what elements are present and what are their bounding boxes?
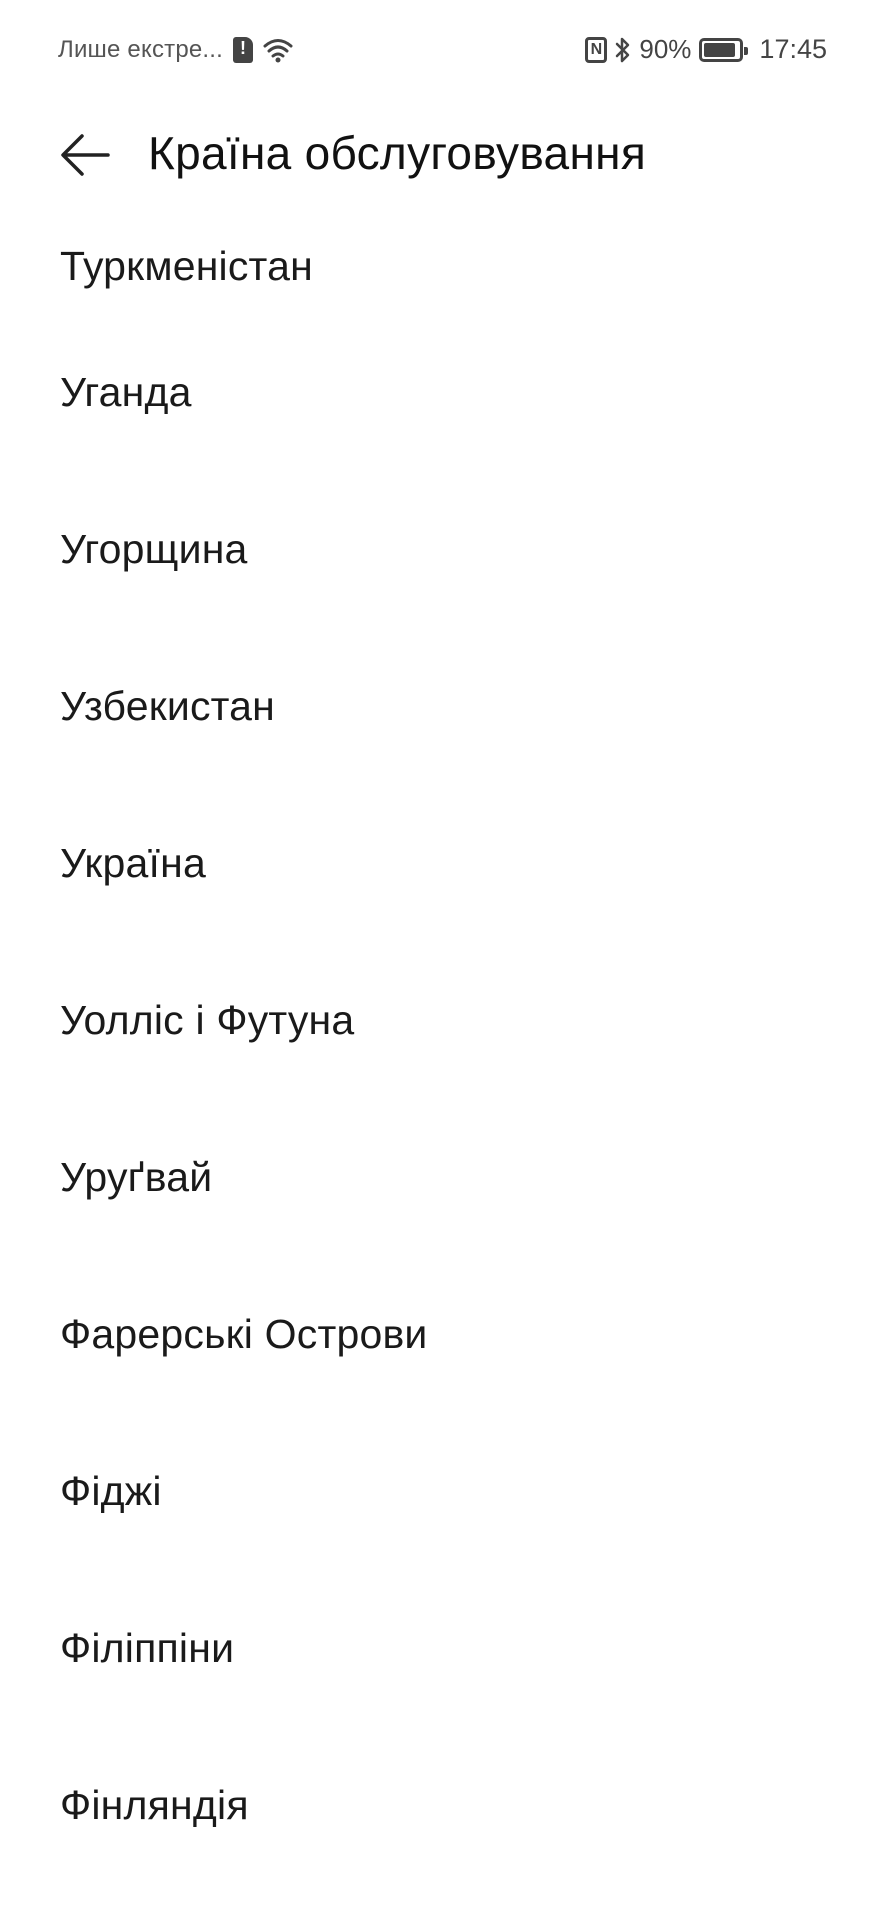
status-bar: Лише екстре... N 90% 17:45 xyxy=(0,0,887,100)
list-item-country[interactable]: Угорщина xyxy=(0,474,887,631)
list-item-country[interactable]: Узбекистан xyxy=(0,631,887,788)
country-label: Україна xyxy=(60,840,206,886)
wifi-icon xyxy=(263,37,293,63)
back-button[interactable] xyxy=(58,130,114,180)
list-item-country[interactable]: Туркменістан xyxy=(0,205,887,317)
status-right: N 90% 17:45 xyxy=(585,34,827,65)
battery-percent: 90% xyxy=(639,34,692,64)
status-left: Лише екстре... xyxy=(58,36,293,64)
country-label: Угорщина xyxy=(60,526,248,572)
list-item-country[interactable]: Філіппіни xyxy=(0,1573,887,1730)
list-item-country[interactable]: Україна xyxy=(0,788,887,945)
country-label: Уруґвай xyxy=(60,1154,213,1200)
country-label: Туркменістан xyxy=(60,243,313,289)
list-item-country[interactable]: Уолліс і Футуна xyxy=(0,945,887,1102)
list-item-country[interactable]: Фарерські Острови xyxy=(0,1259,887,1416)
country-label: Узбекистан xyxy=(60,683,276,729)
battery-fill xyxy=(704,42,736,57)
country-label: Фарерські Острови xyxy=(60,1311,428,1357)
nfc-icon: N xyxy=(585,36,608,63)
list-item-country[interactable]: Фінляндія xyxy=(0,1730,887,1887)
country-label: Фіджі xyxy=(60,1468,162,1514)
page-title: Країна обслуговування xyxy=(148,127,647,179)
country-label: Уолліс і Футуна xyxy=(60,997,355,1043)
country-label: Уганда xyxy=(60,369,192,415)
country-list: Туркменістан Уганда Угорщина Узбекистан … xyxy=(0,205,887,1887)
country-label: Філіппіни xyxy=(60,1625,235,1671)
bluetooth-icon xyxy=(615,36,631,64)
list-item-country[interactable]: Фіджі xyxy=(0,1416,887,1573)
clock: 17:45 xyxy=(759,34,827,64)
app-header: Країна обслуговування xyxy=(0,110,887,200)
list-item-country[interactable]: Уруґвай xyxy=(0,1102,887,1259)
carrier-text: Лише екстре... xyxy=(58,36,224,63)
battery-icon xyxy=(699,37,749,62)
country-label: Фінляндія xyxy=(60,1782,249,1828)
arrow-left-icon xyxy=(61,134,110,176)
sim-alert-icon xyxy=(233,37,254,63)
list-item-country[interactable]: Уганда xyxy=(0,317,887,474)
